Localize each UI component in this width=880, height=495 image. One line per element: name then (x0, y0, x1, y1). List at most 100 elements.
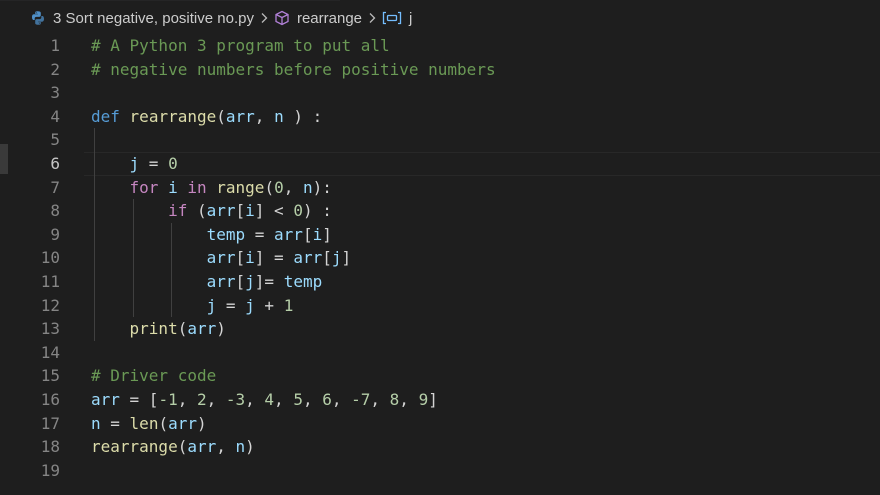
code-token: -3 (225, 389, 246, 409)
code-token: ] (322, 224, 332, 244)
line-number: 15 (40, 366, 60, 386)
code-token: # Driver code (91, 366, 217, 386)
line-number: 6 (50, 153, 60, 173)
code-text: # negative numbers before positive numbe… (91, 58, 496, 82)
code-token: , (302, 389, 323, 409)
code-text: def rearrange(arr, n ) : (91, 105, 322, 129)
code-token: print (129, 319, 178, 339)
code-token: + (254, 295, 284, 315)
code-line[interactable]: 1 # A Python 3 program to put all (0, 34, 880, 58)
code-line[interactable]: 13 print(arr) (0, 317, 880, 341)
code-token: j (129, 153, 140, 173)
code-token: , (370, 389, 390, 409)
code-line[interactable]: 17 n = len(arr) (0, 412, 880, 436)
code-token: [ (235, 248, 246, 268)
code-text: arr[j]= temp (91, 270, 323, 294)
line-number: 4 (50, 106, 60, 126)
code-line[interactable]: 11 arr[j]= temp (0, 269, 880, 294)
code-line[interactable]: 5 (0, 128, 880, 152)
line-number: 3 (50, 83, 60, 103)
code-text: rearrange(arr, n) (91, 435, 255, 459)
code-token: arr (293, 248, 323, 268)
code-token: n (91, 413, 101, 433)
code-line[interactable]: 10 arr[i] = arr[j] (0, 246, 880, 270)
code-line[interactable]: 4 def rearrange(arr, n ) : (0, 105, 880, 129)
code-token: def (91, 106, 120, 126)
code-token: j (245, 295, 255, 315)
code-line[interactable]: 18 rearrange(arr, n) (0, 435, 880, 459)
code-token: 6 (322, 389, 332, 409)
code-line[interactable]: 15 # Driver code (0, 364, 880, 388)
code-token: i (312, 224, 323, 244)
code-token: ] < (254, 201, 294, 221)
code-token: arr (206, 248, 236, 268)
code-text: if (arr[i] < 0) : (91, 199, 332, 223)
code-token: ] (341, 248, 352, 268)
current-line-highlight (84, 151, 880, 176)
code-token: 9 (418, 389, 429, 409)
code-token: 0 (293, 201, 303, 221)
code-line[interactable]: 19 (0, 459, 880, 483)
line-number: 9 (50, 224, 60, 244)
code-token: = (139, 153, 169, 173)
code-token: , (254, 106, 275, 126)
line-number: 1 (50, 36, 60, 55)
code-token: n (274, 106, 284, 126)
code-line[interactable]: 12 j = j + 1 (0, 293, 880, 318)
code-text: n = len(arr) (91, 412, 207, 436)
code-token: j (206, 295, 217, 315)
code-token: ) : (302, 201, 332, 221)
line-number: 12 (40, 295, 60, 315)
breadcrumb-file-label: 3 Sort negative, positive no.py (53, 9, 254, 27)
code-line[interactable]: 2 # negative numbers before positive numb… (0, 58, 880, 82)
indent-guide (94, 128, 95, 152)
code-line[interactable]: 6 j = 0 (0, 151, 880, 176)
code-token: ( (158, 413, 169, 433)
chevron-right-icon (366, 11, 378, 25)
code-token: ) (216, 319, 226, 339)
code-token: , (399, 389, 419, 409)
breadcrumb-function[interactable]: rearrange (274, 10, 362, 27)
code-token: arr (187, 437, 217, 457)
code-token: i (245, 201, 255, 221)
breadcrumb: 3 Sort negative, positive no.py rearrang… (0, 0, 880, 36)
code-editor[interactable]: 1 # A Python 3 program to put all 2 # negat… (0, 34, 880, 482)
code-line[interactable]: 7 for i in range(0, n): (0, 175, 880, 200)
code-token: range (216, 177, 265, 197)
code-line[interactable]: 9 temp = arr[i] (0, 222, 880, 247)
code-line[interactable]: 8 if (arr[i] < 0) : (0, 199, 880, 223)
line-number: 13 (40, 319, 60, 339)
code-token: [ (235, 201, 246, 221)
code-token: in (187, 177, 207, 197)
code-token: arr (206, 271, 236, 291)
code-text: j = j + 1 (91, 294, 294, 318)
code-line[interactable]: 16 arr = [-1, 2, -3, 4, 5, 6, -7, 8, 9] (0, 388, 880, 412)
code-token: arr (225, 106, 255, 126)
code-token: = (245, 224, 275, 244)
python-icon (30, 10, 46, 26)
code-line[interactable]: 3 (0, 81, 880, 105)
code-token: n (235, 437, 246, 457)
code-token: if (168, 201, 188, 221)
code-token: ( (216, 106, 226, 126)
code-token: ) (245, 437, 255, 457)
line-number: 2 (50, 59, 60, 79)
code-token: ( (177, 437, 188, 457)
code-text: # Driver code (91, 364, 216, 388)
code-token: len (129, 413, 159, 433)
code-token: 2 (196, 389, 207, 409)
code-token: rearrange (91, 437, 178, 457)
code-token: 1 (283, 295, 294, 315)
breadcrumb-file[interactable]: 3 Sort negative, positive no.py (30, 10, 254, 27)
code-token: , (283, 177, 303, 197)
code-line[interactable]: 14 (0, 341, 880, 365)
chevron-right-icon (258, 11, 270, 25)
breadcrumb-variable[interactable]: j (382, 10, 412, 27)
